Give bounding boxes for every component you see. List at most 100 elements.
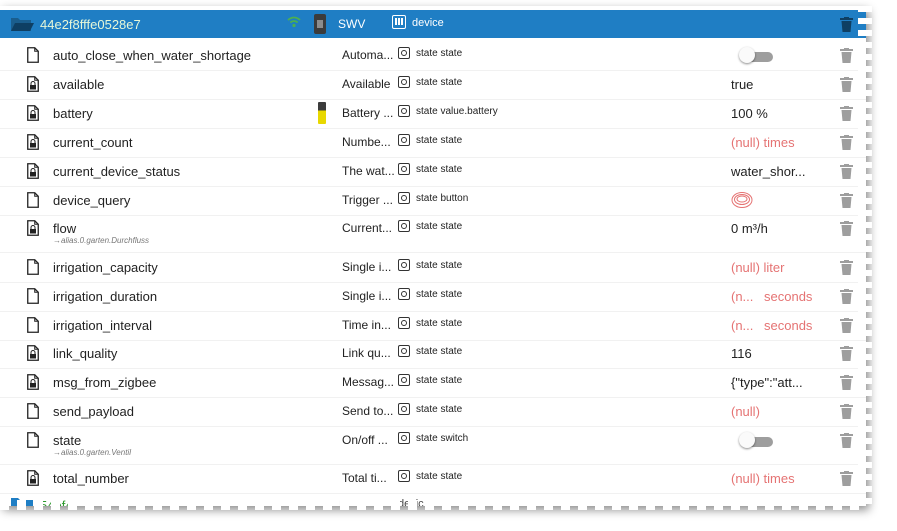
state-value[interactable]: (null) times [731,135,795,150]
role-icon [398,105,410,117]
locked-file-icon [27,76,39,92]
trigger-button-icon[interactable] [731,191,753,209]
state-role: state state [416,289,463,300]
state-row[interactable]: irrigation_duration Single i... state stat… [0,282,866,312]
state-value[interactable]: (null) times [731,471,795,486]
state-id[interactable]: link_quality [53,346,117,361]
state-description: Current... [342,221,393,235]
state-id[interactable]: auto_close_when_water_shortage [53,48,251,63]
object-tree-panel: 44e2f8fffe0528e7 SWV device auto_close_w… [0,6,866,506]
state-id[interactable]: device_query [53,193,130,208]
trash-icon[interactable] [840,106,853,126]
state-role: state state [416,346,463,357]
device-id[interactable]: 44e2f8fffe0528e7 [40,17,141,32]
state-unit: seconds [764,289,813,304]
state-description: Single i... [342,260,392,274]
state-value[interactable]: water_shor... [731,164,805,179]
state-description: Messag... [342,375,395,389]
state-role: state state [416,48,463,59]
state-value[interactable]: 116 [731,346,752,361]
state-value[interactable]: (null) liter [731,260,784,275]
folder-open-icon[interactable] [10,16,34,32]
trash-icon[interactable] [840,221,853,241]
state-row[interactable]: auto_close_when_water_shortage Automa... s… [0,41,866,71]
state-id[interactable]: irrigation_interval [53,318,152,333]
file-icon [27,403,39,419]
state-row[interactable]: device_query Trigger ... state button [0,186,866,216]
state-id[interactable]: total_number [53,471,129,486]
state-row[interactable]: battery Battery ... state value.battery 100… [0,99,866,129]
state-id[interactable]: send_payload [53,404,134,419]
trash-icon[interactable] [840,318,853,338]
state-role: state state [416,471,463,482]
trash-icon[interactable] [840,260,853,280]
state-value[interactable]: (n... [731,318,753,333]
state-role: state state [416,77,463,88]
state-value[interactable]: 0 m³/h [731,221,768,236]
trash-icon[interactable] [840,135,853,155]
state-description: Total ti... [342,471,387,485]
state-row[interactable]: msg_from_zigbee Messag... state state {"typ… [0,368,866,398]
trash-icon[interactable] [840,433,853,453]
trash-icon[interactable] [840,48,853,68]
state-id[interactable]: current_count [53,135,133,150]
state-value[interactable]: true [731,77,753,92]
state-row[interactable]: irrigation_capacity Single i... state stat… [0,253,866,283]
toggle-knob [739,432,755,448]
trash-icon[interactable] [840,404,853,424]
state-id[interactable]: state [53,433,81,448]
state-role: state value.battery [416,106,498,117]
state-row[interactable]: flow →alias.0.garten.Durchfluss Current...… [0,214,866,253]
state-row[interactable]: available Available state state true [0,70,866,100]
state-id[interactable]: flow [53,221,76,236]
state-value[interactable]: {"type":"att... [731,375,803,390]
state-description: Trigger ... [342,193,393,207]
state-alias: →alias.0.garten.Ventil [53,448,131,457]
trash-icon[interactable] [840,17,853,32]
state-row[interactable]: link_quality Link qu... state state 116 [0,339,866,369]
state-value[interactable]: (null) [731,404,760,419]
trash-icon[interactable] [840,289,853,309]
trash-icon[interactable] [840,375,853,395]
state-role: state state [416,135,463,146]
role-icon [398,47,410,59]
device-name: SWV [338,17,366,31]
state-id[interactable]: current_device_status [53,164,180,179]
state-id[interactable]: msg_from_zigbee [53,375,156,390]
state-role: state switch [416,433,469,444]
state-id[interactable]: available [53,77,104,92]
trash-icon[interactable] [840,164,853,184]
state-unit: seconds [764,318,813,333]
state-row[interactable]: current_count Numbe... state state (null) t… [0,128,866,158]
locked-file-icon [27,374,39,390]
state-description: Available [342,77,391,91]
role-icon [398,432,410,444]
state-row[interactable]: current_device_status The wat... state sta… [0,157,866,187]
state-id[interactable]: irrigation_duration [53,289,157,304]
state-row[interactable]: send_payload Send to... state state (null) [0,397,866,427]
trash-icon[interactable] [840,77,853,97]
role-icon [398,317,410,329]
device-row[interactable]: 44e2f8fffe0528e7 SWV device [0,10,866,38]
state-row[interactable]: state →alias.0.garten.Ventil On/off ... sta… [0,426,866,465]
state-toggle[interactable] [739,47,773,63]
torn-edge-bottom [0,500,866,510]
role-icon [398,345,410,357]
locked-file-icon [27,163,39,179]
role-icon [398,470,410,482]
state-id[interactable]: irrigation_capacity [53,260,158,275]
state-value[interactable]: 100 % [731,106,768,121]
role-icon [398,259,410,271]
role-icon [398,220,410,232]
trash-icon[interactable] [840,346,853,366]
state-alias: →alias.0.garten.Durchfluss [53,236,150,245]
state-id[interactable]: battery [53,106,93,121]
state-role: state button [416,193,469,204]
state-value[interactable]: (n... [731,289,753,304]
state-toggle[interactable] [739,432,773,448]
trash-icon[interactable] [840,193,853,213]
state-row[interactable]: irrigation_interval Time in... state state… [0,311,866,341]
locked-file-icon [27,470,39,486]
trash-icon[interactable] [840,471,853,491]
locked-file-icon [27,345,39,361]
